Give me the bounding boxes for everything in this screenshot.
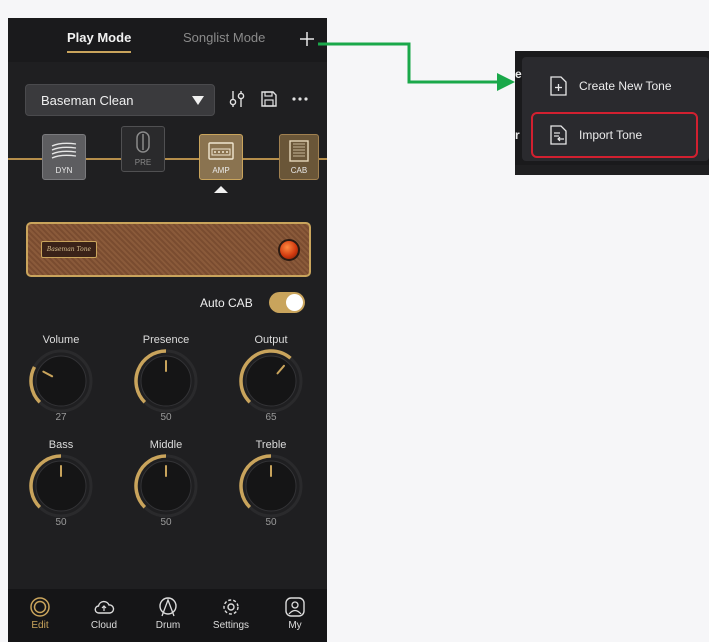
create-file-icon xyxy=(550,76,567,96)
menu-item-label: Create New Tone xyxy=(579,79,672,93)
add-menu-popup: e r Create New Tone Import Tone xyxy=(515,51,709,175)
menu-item-create-new-tone[interactable]: Create New Tone xyxy=(522,64,709,108)
background-text-fragment: r xyxy=(515,128,520,142)
background-strip xyxy=(515,165,709,175)
highlight-box xyxy=(531,112,698,158)
background-text-fragment: e xyxy=(515,67,522,81)
